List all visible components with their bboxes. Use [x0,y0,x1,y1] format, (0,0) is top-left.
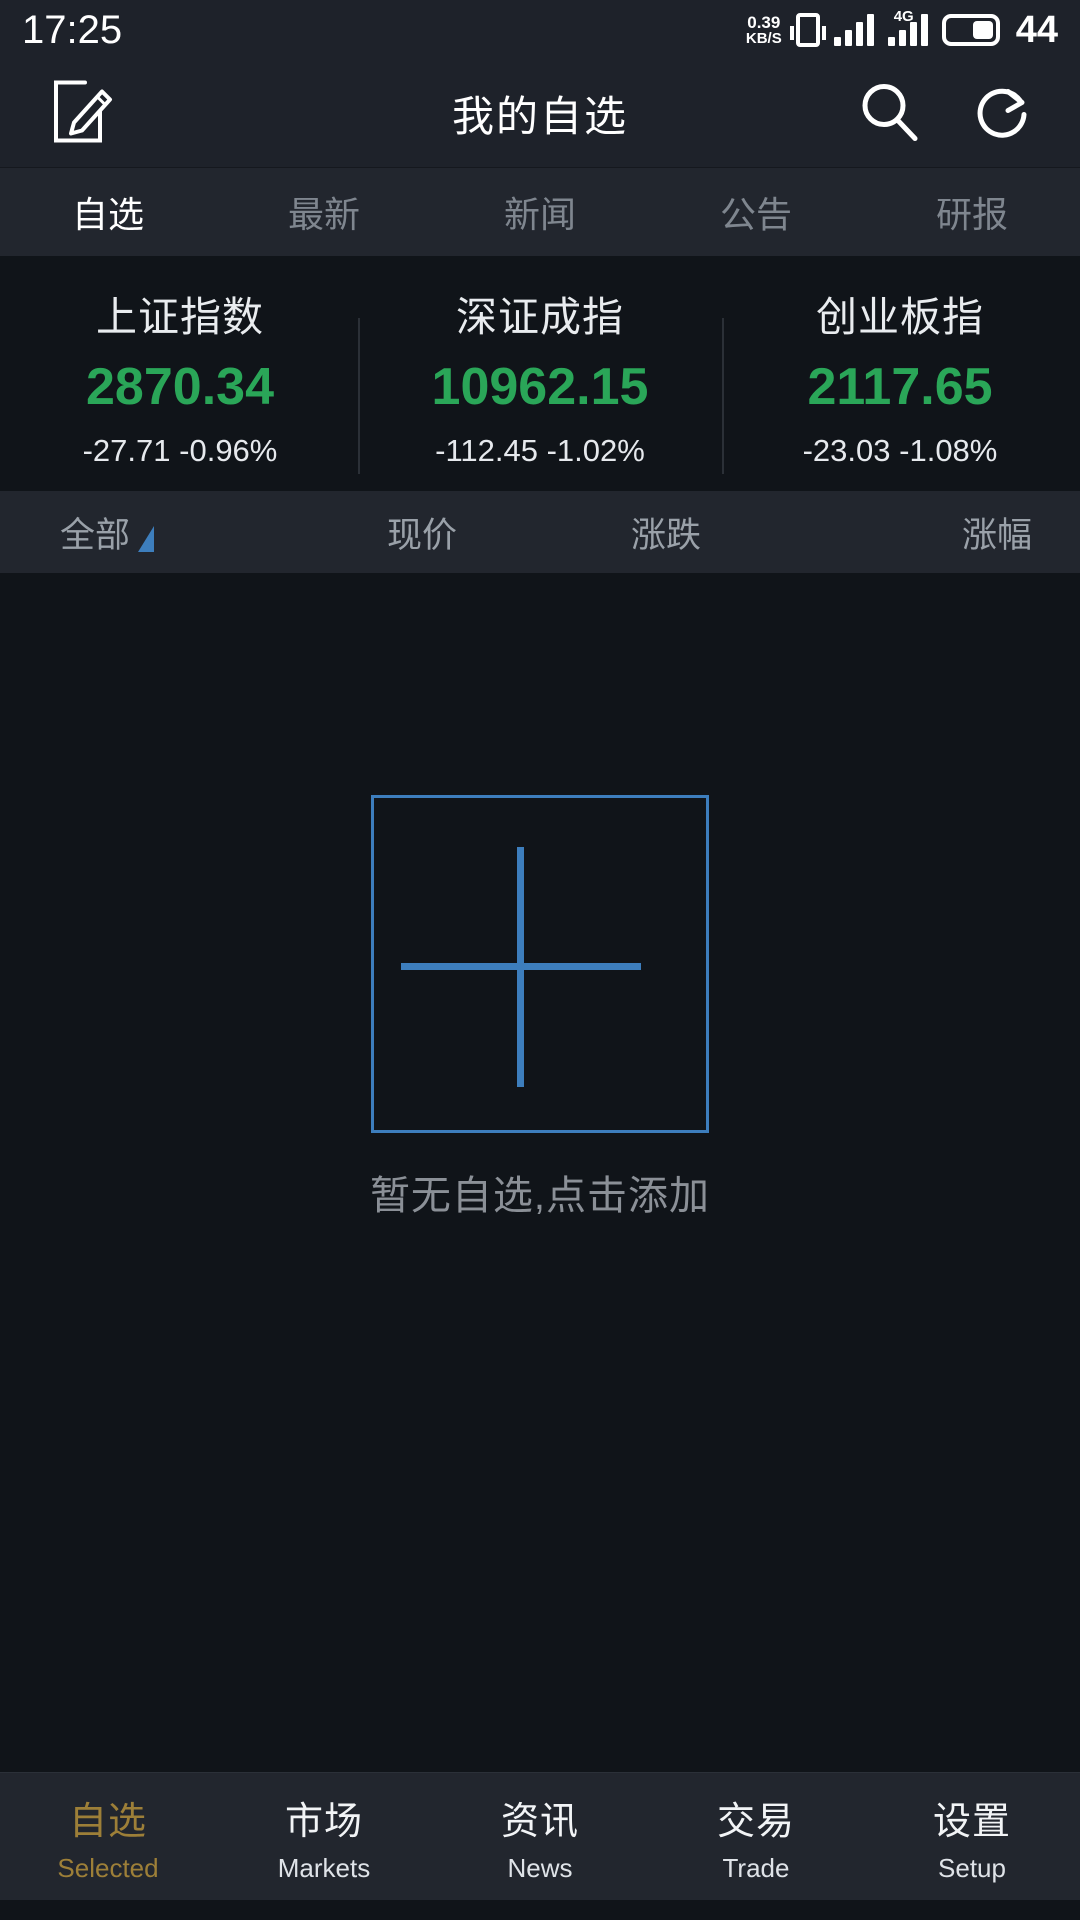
search-icon [862,83,918,141]
refresh-icon [977,88,1027,138]
page-title: 我的自选 [451,93,628,140]
edit-button[interactable] [52,78,114,149]
index-change: -23.03 -1.08% [720,433,1080,469]
plus-icon-vertical [517,847,524,1087]
index-divider [722,318,724,474]
nav-item-selected[interactable]: 自选 Selected [0,1790,216,1884]
index-change-pct: -1.02% [546,432,645,468]
status-clock: 17:25 [22,7,123,52]
index-name: 创业板指 [816,293,984,340]
tab-watchlist[interactable]: 自选 [0,186,216,238]
network-speed-unit: KB/S [745,30,782,47]
edit-icon [54,80,112,142]
index-change: -27.71 -0.96% [0,433,360,469]
nav-label-cn: 自选 [68,1800,147,1843]
nav-label-cn: 设置 [932,1800,1011,1843]
index-change-abs: -23.03 [802,432,891,468]
nav-label-cn: 交易 [716,1800,795,1843]
nav-label-en: Setup [938,1852,1006,1883]
content-tab-bar: 自选 最新 新闻 公告 研报 [0,168,1080,256]
index-change-abs: -27.71 [82,432,171,468]
nav-label-en: Selected [57,1852,159,1883]
bottom-navigation-bar: 自选 Selected 市场 Markets 资讯 News 交易 Trade … [0,1772,1080,1900]
index-name: 上证指数 [96,293,264,340]
nav-label-en: News [507,1852,573,1883]
index-name: 深证成指 [456,293,624,340]
signal-4g-icon: 4G [887,8,928,46]
index-card-shanghai[interactable]: 上证指数 2870.34 -27.71 -0.96% [0,283,360,469]
status-indicators: 0.39 KB/S 4G 44 [746,8,1058,52]
nav-item-news[interactable]: 资讯 News [432,1790,648,1884]
title-bar: 我的自选 [0,60,1080,168]
nav-label-cn: 资讯 [500,1800,579,1843]
empty-state-message: 暂无自选,点击添加 [369,1174,711,1218]
search-button[interactable] [858,80,920,147]
network-type-label: 4G [893,8,914,25]
nav-item-trade[interactable]: 交易 Trade [648,1790,864,1884]
nav-item-markets[interactable]: 市场 Markets [216,1790,432,1884]
refresh-button[interactable] [972,80,1034,147]
add-stock-button[interactable] [371,795,709,1133]
nav-label-en: Trade [722,1852,790,1883]
index-value: 2117.65 [807,357,993,416]
tab-research[interactable]: 研报 [864,186,1080,238]
sort-column-price[interactable]: 现价 [300,507,544,558]
nav-item-setup[interactable]: 设置 Setup [864,1790,1080,1884]
nav-label-en: Markets [277,1852,371,1883]
index-change: -112.45 -1.02% [360,433,720,469]
index-change-abs: -112.45 [435,432,538,468]
filter-all-label: 全部 [60,515,131,555]
index-card-chinext[interactable]: 创业板指 2117.65 -23.03 -1.08% [720,283,1080,469]
index-value: 2870.34 [86,357,274,416]
chevron-down-icon [138,525,155,552]
sort-column-percent[interactable]: 涨幅 [788,507,1080,558]
index-divider [358,318,360,474]
network-speed-indicator: 0.39 KB/S [746,14,782,46]
tab-news[interactable]: 新闻 [432,186,648,238]
filter-all-dropdown[interactable]: 全部 [0,507,300,558]
list-sort-bar: 全部 现价 涨跌 涨幅 [0,491,1080,573]
nav-label-cn: 市场 [284,1800,363,1843]
status-bar: 17:25 0.39 KB/S 4G 44 [0,0,1080,60]
index-change-pct: -0.96% [179,432,278,468]
tab-announcements[interactable]: 公告 [648,186,864,238]
vibrate-icon [789,13,826,47]
network-speed-value: 0.39 [747,13,781,32]
index-value: 10962.15 [431,357,649,416]
battery-percent: 44 [1015,8,1058,51]
index-card-shenzhen[interactable]: 深证成指 10962.15 -112.45 -1.02% [360,283,720,469]
signal-bars-icon [833,14,874,46]
battery-icon [941,14,1000,46]
watchlist-empty-area: 暂无自选,点击添加 [0,573,1080,1772]
index-summary-panel: 上证指数 2870.34 -27.71 -0.96% 深证成指 10962.15… [0,256,1080,491]
index-change-pct: -1.08% [899,432,998,468]
tab-latest[interactable]: 最新 [216,186,432,238]
sort-column-change[interactable]: 涨跌 [544,507,788,558]
